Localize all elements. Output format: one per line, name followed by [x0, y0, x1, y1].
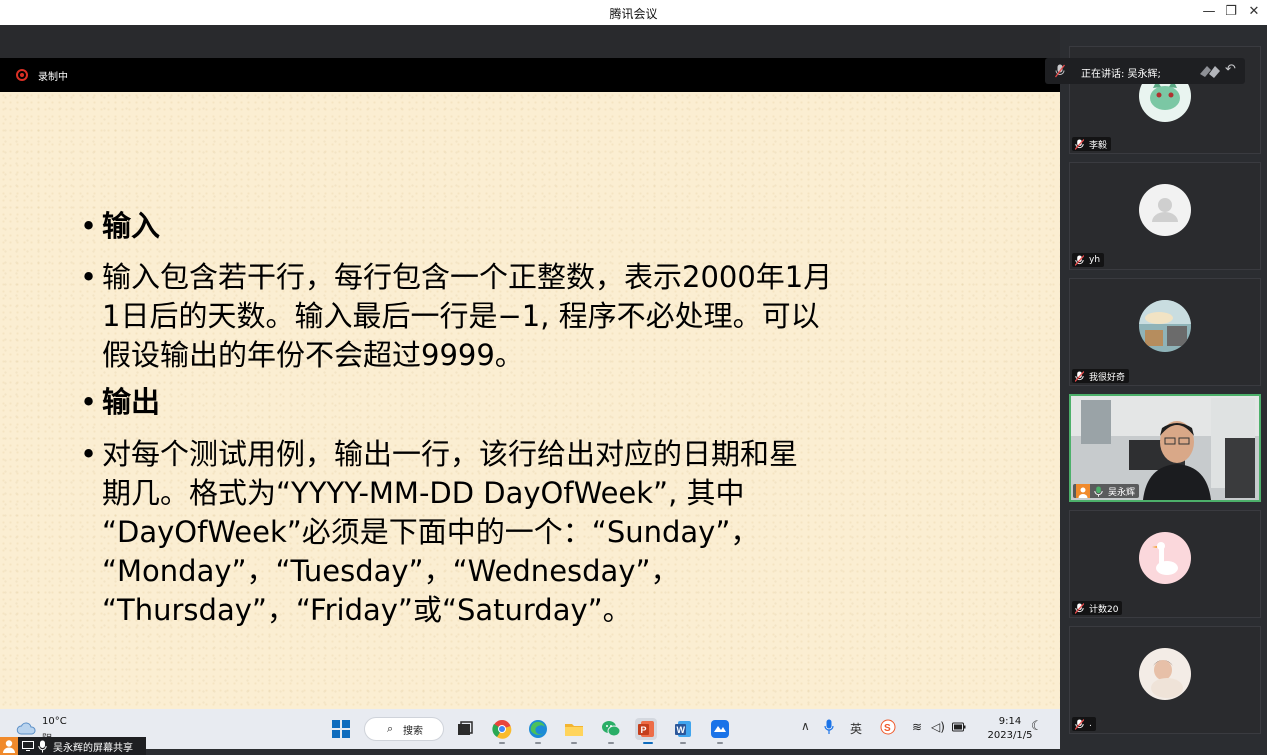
bullet-text: 输入包含若干行，每行包含一个正整数，表示2000年1月 1日后的天数。输入最后一…: [102, 260, 833, 372]
back-arrow-icon[interactable]: ↶: [1225, 62, 1236, 77]
participant-tile[interactable]: 我很好奇: [1069, 278, 1261, 386]
share-bottom-bar: [0, 749, 1060, 755]
default-avatar: [1139, 184, 1191, 236]
app-running-indicator: [680, 742, 686, 744]
chrome-icon[interactable]: [491, 718, 513, 740]
bullet-text: 输出: [102, 385, 161, 419]
participant-namebar: .: [1072, 717, 1096, 731]
sogou-input-icon[interactable]: S: [880, 719, 896, 735]
bullet-icon: •: [80, 260, 98, 294]
app-running-indicator: [571, 742, 577, 744]
svg-text:P: P: [641, 725, 647, 735]
participant-name: 我很好奇: [1089, 372, 1126, 383]
weather-temperature[interactable]: 10°C: [42, 716, 67, 727]
hands-icon[interactable]: [1199, 62, 1221, 80]
participant-tile[interactable]: 计数20: [1069, 510, 1261, 618]
mic-muted-icon: [1075, 718, 1084, 730]
participant-namebar: 我很好奇: [1072, 369, 1130, 383]
app-running-indicator: [608, 742, 614, 744]
screen-share-icon: [22, 741, 34, 751]
participant-namebar: 计数20: [1072, 601, 1123, 615]
title-bar: 腾讯会议 — ❐ ✕: [0, 0, 1267, 25]
chevron-up-icon[interactable]: ∧: [801, 719, 810, 733]
recording-bar: 录制中: [0, 58, 1060, 92]
microphone-icon: [38, 740, 47, 753]
participant-tile-active-speaker[interactable]: 吴永辉: [1069, 394, 1261, 502]
maximize-button[interactable]: ❐: [1220, 3, 1242, 21]
screen-share-area: 录制中 • 输入 • 输入包含若干行，每行包含一个正整数，表示2000年1月 1…: [0, 25, 1060, 755]
battery-icon[interactable]: [952, 721, 966, 733]
wechat-icon[interactable]: [600, 718, 622, 740]
app-running-indicator: [535, 742, 541, 744]
task-view-icon[interactable]: [454, 718, 476, 740]
participant-namebar: yh: [1072, 253, 1105, 267]
speaking-indicator: 正在讲话: 吴永辉; ↶: [1045, 58, 1245, 84]
search-icon: ⌕: [387, 722, 394, 735]
microphone-icon[interactable]: [824, 719, 834, 735]
windows-taskbar: 10°C 阴 ⌕ 搜索: [0, 709, 1060, 749]
mic-muted-icon: [1055, 64, 1065, 78]
svg-text:W: W: [677, 725, 686, 735]
cloud-icon: [16, 722, 36, 735]
tencent-meeting-window: 腾讯会议 — ❐ ✕ 录制中 • 输入 • 输入包含若干行，每行包含一个正整数，…: [0, 0, 1267, 755]
bullet-icon: •: [80, 385, 98, 419]
host-badge-icon: [1076, 484, 1090, 498]
participant-namebar: 吴永辉: [1073, 484, 1140, 498]
recording-label: 录制中: [38, 72, 68, 83]
participant-namebar: 李毅: [1072, 137, 1112, 151]
participant-tile[interactable]: yh: [1069, 162, 1261, 270]
file-explorer-icon[interactable]: [563, 718, 585, 740]
participant-name: 李毅: [1089, 140, 1108, 151]
participant-name: 计数20: [1089, 604, 1119, 615]
bullet-text: 对每个测试用例，输出一行，该行给出对应的日期和星 期几。格式为“YYYY-MM-…: [102, 437, 799, 627]
window-title: 腾讯会议: [609, 7, 658, 21]
share-top-bar: [0, 25, 1060, 58]
goose-avatar: [1139, 532, 1191, 584]
tencent-meeting-icon[interactable]: [709, 718, 731, 740]
presentation-slide: • 输入 • 输入包含若干行，每行包含一个正整数，表示2000年1月 1日后的天…: [0, 92, 1060, 709]
scenery-avatar: [1139, 300, 1191, 352]
participant-tile[interactable]: .: [1069, 626, 1261, 734]
mic-muted-icon: [1075, 602, 1084, 614]
app-running-indicator: [717, 742, 723, 744]
participant-name: .: [1089, 719, 1092, 729]
volume-icon[interactable]: ◁): [931, 720, 945, 734]
app-active-indicator: [643, 742, 653, 744]
mic-muted-icon: [1075, 370, 1084, 382]
mic-muted-icon: [1075, 138, 1084, 150]
participant-name: 吴永辉: [1108, 487, 1136, 498]
speaking-text: 正在讲话: 吴永辉;: [1081, 69, 1161, 80]
windows-start-icon[interactable]: [332, 720, 350, 738]
microphone-icon: [1094, 486, 1103, 497]
word-icon[interactable]: W: [672, 718, 694, 740]
taskbar-search-box[interactable]: ⌕ 搜索: [364, 717, 444, 741]
bullet-icon: •: [80, 437, 98, 471]
bullet-text: 输入: [102, 209, 161, 243]
input-method-indicator[interactable]: 英: [850, 720, 862, 737]
focus-moon-icon[interactable]: ☾: [1031, 719, 1043, 734]
svg-text:S: S: [884, 723, 891, 734]
photo-avatar: [1139, 648, 1191, 700]
wifi-icon[interactable]: ≋: [912, 720, 922, 734]
screen-share-owner: 吴永辉的屏幕共享: [53, 743, 133, 754]
mic-muted-icon: [1075, 254, 1084, 266]
bullet-icon: •: [80, 209, 98, 243]
record-icon: [16, 69, 28, 81]
participant-name: yh: [1089, 255, 1101, 265]
edge-icon[interactable]: [527, 718, 549, 740]
host-avatar-icon: [0, 737, 18, 755]
search-label: 搜索: [403, 726, 423, 737]
powerpoint-icon[interactable]: P: [635, 718, 657, 740]
screen-share-label: 吴永辉的屏幕共享: [0, 737, 146, 755]
app-running-indicator: [499, 742, 505, 744]
close-button[interactable]: ✕: [1243, 3, 1265, 21]
minimize-button[interactable]: —: [1198, 3, 1220, 21]
